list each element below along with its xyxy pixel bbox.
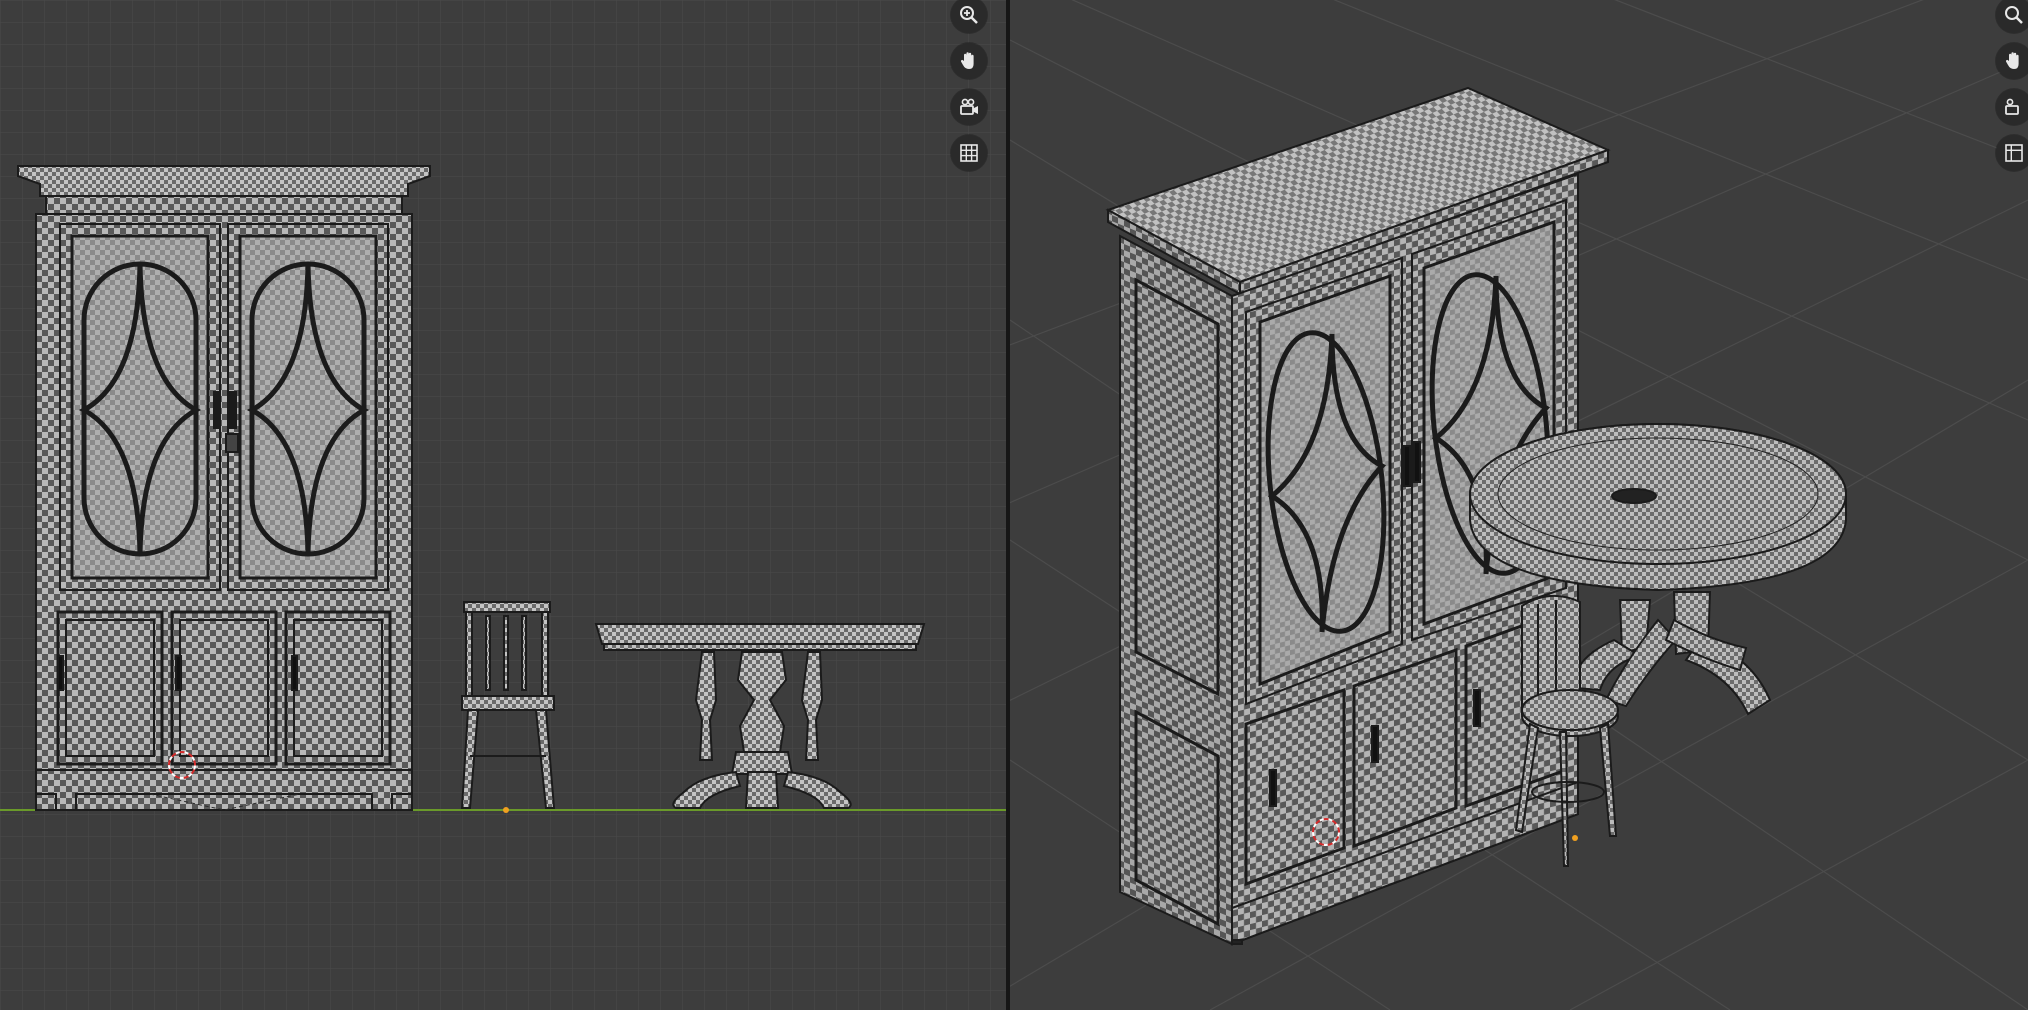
camera-view-button[interactable]	[951, 89, 987, 125]
right-navigation-gizmo	[1996, 0, 2028, 171]
left-navigation-gizmo	[951, 0, 987, 171]
left-3d-viewport[interactable]	[0, 0, 1006, 1010]
zoom-button[interactable]	[951, 0, 987, 33]
grid-icon	[2005, 144, 2023, 162]
origin-point	[503, 807, 509, 813]
camera-icon	[960, 98, 978, 115]
zoom-icon	[2005, 6, 2023, 24]
ortho-toggle-button[interactable]	[1996, 135, 2028, 171]
grid-icon	[960, 144, 978, 162]
hand-pan-icon	[960, 52, 974, 69]
camera-view-button[interactable]	[1996, 89, 2028, 125]
camera-icon	[2005, 98, 2019, 115]
cabinet-front-model[interactable]	[17, 165, 431, 811]
origin-point-perspective	[1572, 835, 1578, 841]
right-3d-viewport[interactable]	[1010, 0, 2028, 1010]
zoom-icon	[960, 6, 978, 24]
right-viewport-canvas[interactable]	[1010, 0, 2028, 1010]
pan-button[interactable]	[951, 43, 987, 79]
zoom-button[interactable]	[1996, 0, 2028, 33]
ortho-toggle-button[interactable]	[951, 135, 987, 171]
blender-app	[0, 0, 2028, 1010]
hand-pan-icon	[2005, 52, 2019, 69]
pan-button[interactable]	[1996, 43, 2028, 79]
left-viewport-canvas[interactable]	[0, 0, 1006, 1010]
